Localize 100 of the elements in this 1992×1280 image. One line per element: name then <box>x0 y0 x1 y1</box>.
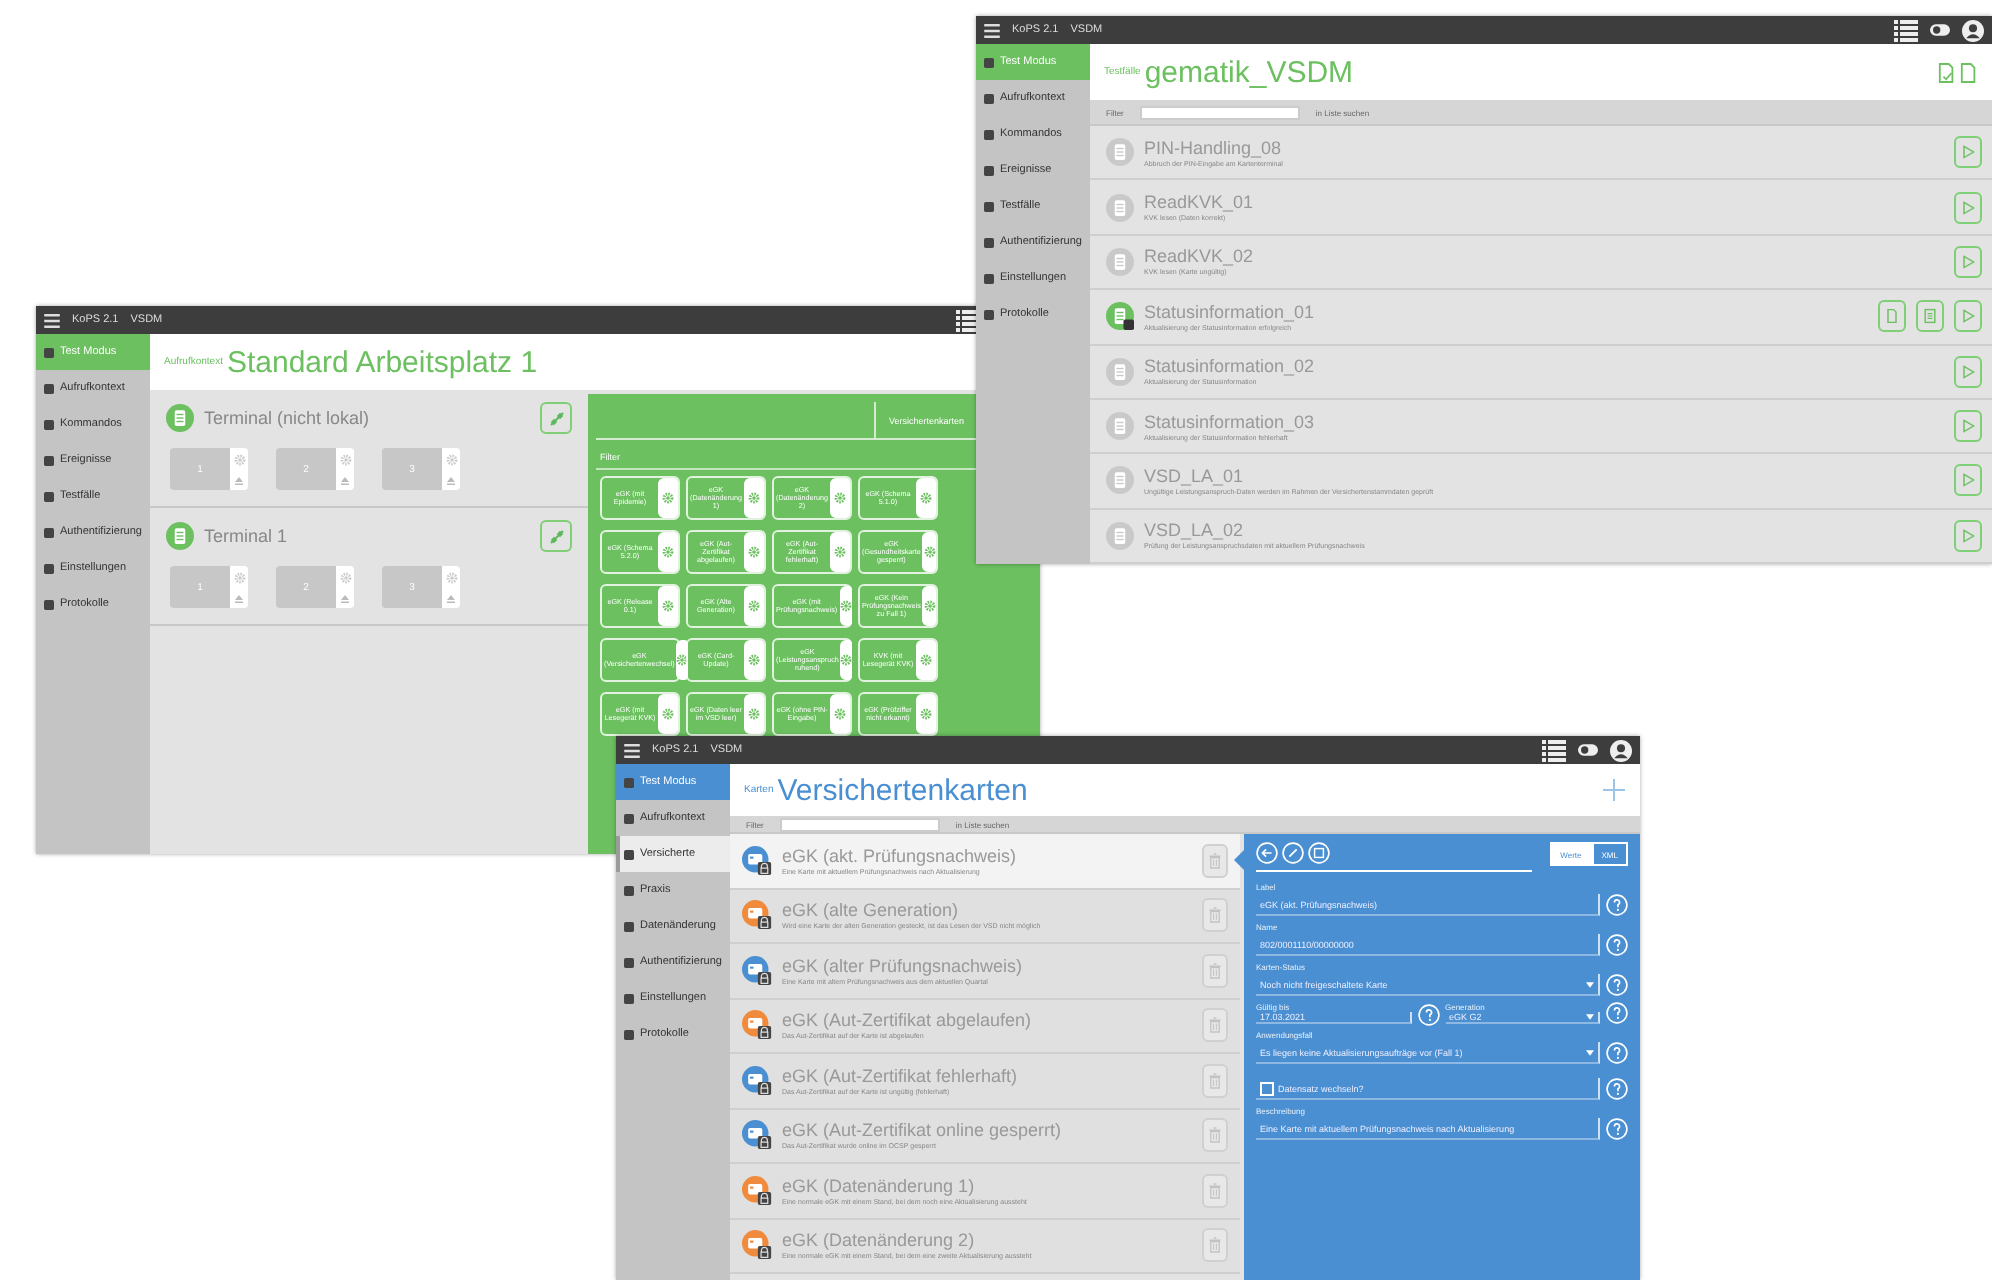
gear-icon <box>748 546 760 558</box>
gear-icon <box>748 708 760 720</box>
square-icon <box>44 347 54 357</box>
play-icon <box>1960 199 1976 216</box>
play-button[interactable] <box>1954 519 1982 552</box>
gear-icon <box>839 600 852 612</box>
list-icon[interactable] <box>1542 739 1566 761</box>
gear-icon[interactable] <box>339 453 351 465</box>
square-icon <box>44 491 54 501</box>
gear-icon <box>662 492 674 504</box>
eject-icon[interactable] <box>446 593 456 603</box>
connect-button[interactable] <box>540 402 572 434</box>
delete-button[interactable] <box>1202 843 1228 878</box>
trash-icon <box>1208 1071 1222 1090</box>
help-icon[interactable] <box>1606 974 1628 996</box>
square-icon <box>44 599 54 609</box>
delete-button[interactable] <box>1202 953 1228 988</box>
help-icon[interactable] <box>1606 1002 1628 1024</box>
square-icon <box>984 273 994 283</box>
plus-icon[interactable] <box>1602 778 1626 802</box>
list-icon[interactable] <box>1894 19 1918 41</box>
play-icon <box>1960 308 1976 325</box>
square-icon <box>984 309 994 319</box>
trash-icon <box>1208 906 1222 925</box>
square-icon <box>44 455 54 465</box>
pencil-icon[interactable] <box>1282 842 1304 864</box>
user-icon[interactable] <box>1610 739 1632 761</box>
square-icon <box>984 57 994 67</box>
save-icon[interactable] <box>1308 842 1330 864</box>
eject-icon[interactable] <box>340 593 350 603</box>
gear-icon <box>662 708 674 720</box>
toggle-icon[interactable] <box>1930 24 1950 36</box>
gear-icon <box>923 600 936 612</box>
filter-field[interactable] <box>1139 105 1300 119</box>
eject-icon[interactable] <box>234 593 244 603</box>
delete-button[interactable] <box>1202 1008 1228 1043</box>
terminal-name: Terminal 1 <box>204 526 290 546</box>
caret-icon <box>1586 981 1594 987</box>
page-title: gematik_VSDM <box>1144 55 1354 89</box>
play-button[interactable] <box>1954 136 1982 169</box>
square-icon <box>984 201 994 211</box>
delete-button[interactable] <box>1202 1118 1228 1153</box>
test-name: PIN-Handling_08 <box>1144 137 1284 158</box>
help-icon[interactable] <box>1417 1004 1439 1026</box>
gear-icon <box>923 546 936 558</box>
gear-icon <box>676 654 689 666</box>
gear-icon[interactable] <box>339 571 351 583</box>
play-button[interactable] <box>1954 245 1982 278</box>
test-name: Statusinformation_01 <box>1144 301 1317 322</box>
gear-icon[interactable] <box>233 453 245 465</box>
gear-icon[interactable] <box>233 571 245 583</box>
eject-icon[interactable] <box>340 475 350 485</box>
play-button[interactable] <box>1954 191 1982 224</box>
delete-button[interactable] <box>1202 898 1228 933</box>
play-icon <box>1960 472 1976 489</box>
gear-icon <box>920 492 932 504</box>
document-button[interactable] <box>1878 300 1906 333</box>
toggle-icon[interactable] <box>1578 744 1598 756</box>
eject-icon[interactable] <box>234 475 244 485</box>
square-icon <box>44 563 54 573</box>
help-icon[interactable] <box>1606 1118 1628 1140</box>
play-button[interactable] <box>1954 300 1982 333</box>
play-button[interactable] <box>1954 410 1982 443</box>
help-icon[interactable] <box>1606 1042 1628 1064</box>
test-name: Statusinformation_03 <box>1144 411 1317 432</box>
menu-icon[interactable] <box>624 743 640 757</box>
square-icon <box>624 993 634 1003</box>
play-icon <box>1960 253 1976 270</box>
eject-icon[interactable] <box>446 475 456 485</box>
terminal-name: Terminal (nicht lokal) <box>204 408 372 428</box>
delete-button[interactable] <box>1202 1063 1228 1098</box>
checkbox[interactable] <box>1260 1081 1274 1095</box>
square-icon <box>624 885 634 895</box>
filter-field[interactable] <box>779 817 940 831</box>
menu-icon[interactable] <box>984 23 1000 37</box>
checklist-icon <box>1922 308 1938 325</box>
gear-icon <box>662 600 674 612</box>
checklist-button[interactable] <box>1916 300 1944 333</box>
help-icon[interactable] <box>1606 1078 1628 1100</box>
delete-button[interactable] <box>1202 1173 1228 1208</box>
connect-button[interactable] <box>540 520 572 552</box>
square-icon <box>624 849 634 859</box>
back-icon[interactable] <box>1256 842 1278 864</box>
play-button[interactable] <box>1954 464 1982 497</box>
help-icon[interactable] <box>1606 894 1628 916</box>
delete-button[interactable] <box>1202 1228 1228 1263</box>
gear-icon <box>662 546 674 558</box>
user-icon[interactable] <box>1962 19 1984 41</box>
trash-icon <box>1208 1181 1222 1200</box>
play-button[interactable] <box>1954 355 1982 388</box>
menu-icon[interactable] <box>44 313 60 327</box>
square-icon <box>624 957 634 967</box>
help-icon[interactable] <box>1606 934 1628 956</box>
gear-icon[interactable] <box>445 571 457 583</box>
square-icon <box>984 165 994 175</box>
test-name: ReadKVK_01 <box>1144 192 1256 213</box>
document-icon <box>1884 308 1900 325</box>
gear-icon[interactable] <box>445 453 457 465</box>
square-icon <box>624 921 634 931</box>
play-icon <box>1960 527 1976 544</box>
